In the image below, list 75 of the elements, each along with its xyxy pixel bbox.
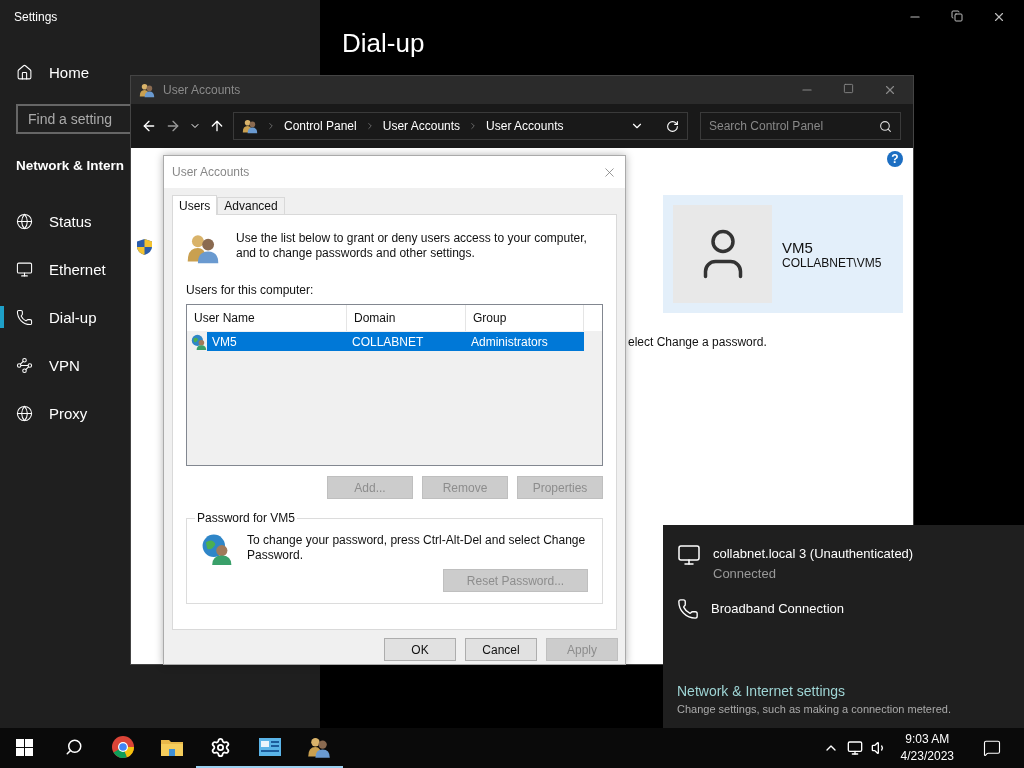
breadcrumb-item[interactable]: User Accounts <box>486 119 564 133</box>
shield-icon <box>137 239 152 255</box>
tab[interactable]: Advanced <box>217 197 285 214</box>
refresh-icon[interactable] <box>666 119 679 133</box>
breadcrumb-item[interactable]: Control Panel <box>284 119 357 133</box>
nodes-icon <box>16 356 33 374</box>
window-title: User Accounts <box>163 83 241 97</box>
list-label: Users for this computer: <box>186 283 315 297</box>
clock[interactable]: 9:03 AM 4/23/2023 <box>894 731 960 765</box>
settings-icon[interactable] <box>210 736 231 758</box>
search-icon <box>879 119 892 133</box>
settings-link[interactable]: Network & Internet settings <box>677 683 1024 699</box>
browser-icon[interactable] <box>110 735 135 759</box>
forward-icon[interactable] <box>165 118 181 134</box>
phone-icon <box>677 598 699 620</box>
home-link[interactable]: Home <box>0 48 97 96</box>
globe-icon <box>16 404 33 422</box>
chevron-icon <box>266 121 276 131</box>
search-icon[interactable] <box>64 738 83 756</box>
connection-name: Broadband Connection <box>711 601 844 616</box>
connection-item[interactable]: Broadband Connection <box>677 598 1024 620</box>
nav-item[interactable]: Ethernet <box>0 245 114 293</box>
dialog-button[interactable]: OK <box>384 638 456 661</box>
nav-item[interactable]: Dial-up <box>0 293 105 341</box>
monitor-icon <box>677 543 701 567</box>
group-title: Password for VM5 <box>196 511 297 525</box>
up-icon[interactable] <box>209 118 225 134</box>
restore-icon[interactable] <box>951 10 963 22</box>
settings-hint: Change settings, such as making a connection metered. <box>677 703 952 715</box>
home-icon <box>16 63 33 81</box>
selection-bar <box>0 306 4 328</box>
help-icon[interactable]: ? <box>887 151 903 167</box>
table-cell[interactable]: Administrators <box>466 332 584 351</box>
column-header[interactable]: User Name <box>187 305 347 331</box>
intro-text: Use the list below to grant or deny users access to your computer, and to change passwords and other settings. <box>236 231 588 261</box>
dialog-title: User Accounts <box>172 165 250 179</box>
dialog-button[interactable]: Cancel <box>465 638 537 661</box>
connection-status: Connected <box>713 566 777 581</box>
users-icon <box>242 118 258 134</box>
globe-icon <box>16 212 33 230</box>
nav-item[interactable]: Proxy <box>0 389 96 437</box>
instruction-text: elect Change a password. <box>628 335 767 349</box>
breadcrumb-item[interactable]: User Accounts <box>382 119 461 133</box>
user-name: VM5 <box>782 238 814 256</box>
nav-item[interactable]: VPN <box>0 341 88 389</box>
tab[interactable]: Users <box>172 195 218 215</box>
maximize-icon[interactable] <box>843 83 854 94</box>
password-text: To change your password, press Ctrl-Alt-Del and select Change Password. <box>247 533 587 564</box>
close-icon[interactable] <box>992 10 1006 24</box>
users-icon <box>306 735 331 759</box>
back-icon[interactable] <box>141 118 157 134</box>
start-icon[interactable] <box>16 738 33 756</box>
table-cell[interactable]: COLLABNET <box>347 332 466 351</box>
window-icon[interactable] <box>258 738 281 756</box>
search-field[interactable]: Find a setting <box>16 104 130 134</box>
user-globe-icon <box>191 333 207 350</box>
notification-icon[interactable] <box>983 739 1001 757</box>
section-heading: Network & Intern <box>16 158 124 173</box>
window-title: Settings <box>13 9 59 26</box>
user-globe-icon <box>201 533 233 565</box>
users-icon <box>139 82 155 98</box>
address-bar[interactable]: Control Panel User Accounts User Accounts <box>233 112 688 140</box>
search-field[interactable]: Search Control Panel <box>700 112 901 140</box>
phone-icon <box>16 308 33 326</box>
nav-item[interactable]: Status <box>0 197 100 245</box>
table-cell[interactable]: VM5 <box>207 332 347 351</box>
connection-name: collabnet.local 3 (Unauthenticated) <box>713 546 914 561</box>
network-icon[interactable] <box>846 740 863 756</box>
folder-icon[interactable] <box>160 738 183 756</box>
page-title: Dial-up <box>341 28 426 59</box>
column-header[interactable]: Domain <box>347 305 466 331</box>
connection-item[interactable]: collabnet.local 3 (Unauthenticated) Connected <box>677 543 1024 581</box>
account-name: COLLABNET\VM5 <box>782 255 882 270</box>
column-header[interactable]: Group <box>466 305 584 331</box>
monitor-icon <box>16 260 33 278</box>
